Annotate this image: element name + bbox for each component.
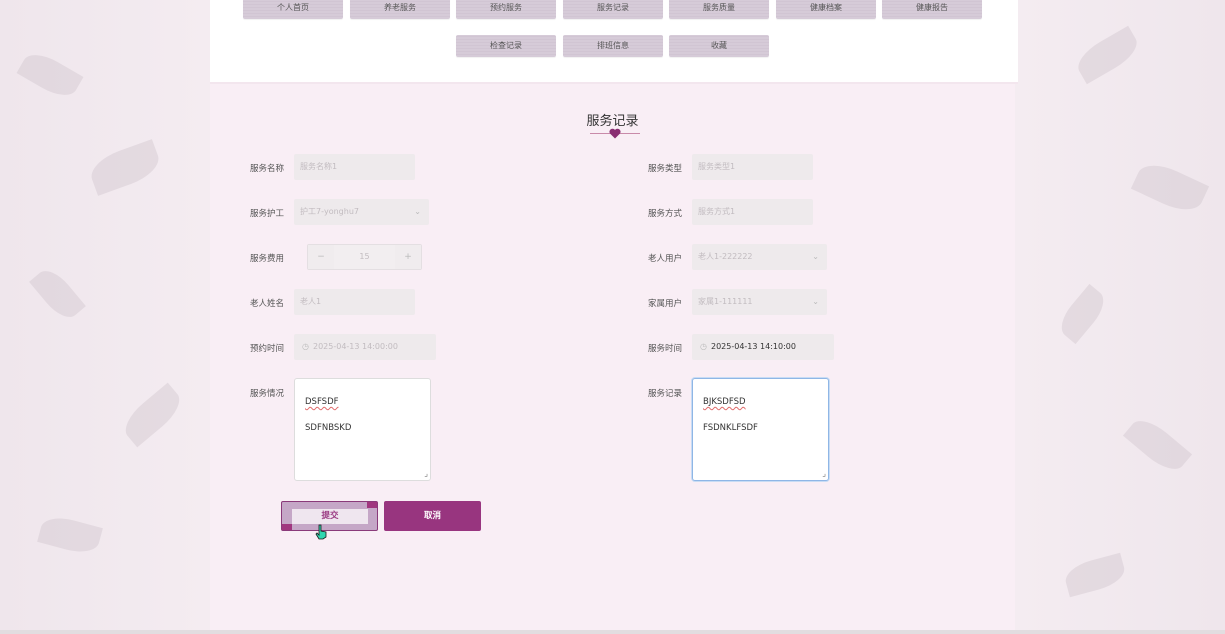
textarea-line: SDFNBSKD xyxy=(305,423,352,433)
hand-cursor-icon xyxy=(315,524,327,540)
caregiver-value: 护工7-yonghu7 xyxy=(300,207,359,216)
service-time-picker[interactable]: ◷ 2025-04-13 14:10:00 xyxy=(692,334,834,360)
service-record-textarea[interactable]: BJKSDFSD FSDNKLFSDF ⌟ xyxy=(692,378,829,481)
clock-icon: ◷ xyxy=(700,342,707,351)
submit-button[interactable]: 提交 xyxy=(281,501,378,531)
family-user-select[interactable]: 家属1-111111 ⌄ xyxy=(692,289,827,315)
nav-health-report[interactable]: 健康报告 xyxy=(882,0,982,19)
booking-time-picker[interactable]: ◷ 2025-04-13 14:00:00 xyxy=(294,334,436,360)
nav-health-archive[interactable]: 健康档案 xyxy=(776,0,876,19)
heart-icon xyxy=(609,128,621,139)
resize-handle-icon[interactable]: ⌟ xyxy=(424,470,428,478)
nav-service-quality[interactable]: 服务质量 xyxy=(669,0,769,19)
service-name-input[interactable]: 服务名称1 xyxy=(294,154,415,180)
nav-schedule-info[interactable]: 排班信息 xyxy=(563,35,663,57)
page-title: 服务记录 xyxy=(586,114,639,129)
nav-inspection-record[interactable]: 检查记录 xyxy=(456,35,556,57)
service-method-input[interactable]: 服务方式1 xyxy=(692,199,813,225)
chevron-down-icon: ⌄ xyxy=(812,297,819,306)
service-fee-label: 服务费用 xyxy=(250,254,285,264)
service-fee-stepper[interactable]: − 15 + xyxy=(307,244,422,270)
caregiver-select[interactable]: 护工7-yonghu7 ⌄ xyxy=(294,199,429,225)
textarea-line: FSDNKLFSDF xyxy=(703,423,758,433)
textarea-line: DSFSDF xyxy=(305,397,339,407)
increment-button[interactable]: + xyxy=(395,245,421,269)
right-floral-background xyxy=(1015,0,1225,634)
submit-button-label: 提交 xyxy=(292,509,368,524)
family-user-value: 家属1-111111 xyxy=(698,297,753,306)
elder-user-value: 老人1-222222 xyxy=(698,252,753,261)
service-fee-value[interactable]: 15 xyxy=(334,245,395,269)
content-area xyxy=(210,0,1015,630)
textarea-line: BJKSDFSD xyxy=(703,397,746,407)
elder-name-input[interactable]: 老人1 xyxy=(294,289,415,315)
nav-favorites[interactable]: 收藏 xyxy=(669,35,769,57)
nav-elderly-service[interactable]: 养老服务 xyxy=(350,0,450,19)
service-type-input[interactable]: 服务类型1 xyxy=(692,154,813,180)
decrement-button[interactable]: − xyxy=(308,245,334,269)
left-floral-background xyxy=(0,0,210,634)
resize-handle-icon[interactable]: ⌟ xyxy=(822,470,826,478)
clock-icon: ◷ xyxy=(302,342,309,351)
chevron-down-icon: ⌄ xyxy=(414,207,421,216)
cancel-button[interactable]: 取消 xyxy=(384,501,481,531)
booking-time-value: 2025-04-13 14:00:00 xyxy=(312,342,398,351)
nav-personal-home[interactable]: 个人首页 xyxy=(243,0,343,19)
chevron-down-icon: ⌄ xyxy=(812,252,819,261)
nav-service-record[interactable]: 服务记录 xyxy=(563,0,663,19)
nav-booking-service[interactable]: 预约服务 xyxy=(456,0,556,19)
service-time-value: 2025-04-13 14:10:00 xyxy=(710,342,796,351)
service-situation-textarea[interactable]: DSFSDF SDFNBSKD ⌟ xyxy=(294,378,431,481)
bottom-scroll-edge xyxy=(0,630,1225,634)
elder-user-select[interactable]: 老人1-222222 ⌄ xyxy=(692,244,827,270)
